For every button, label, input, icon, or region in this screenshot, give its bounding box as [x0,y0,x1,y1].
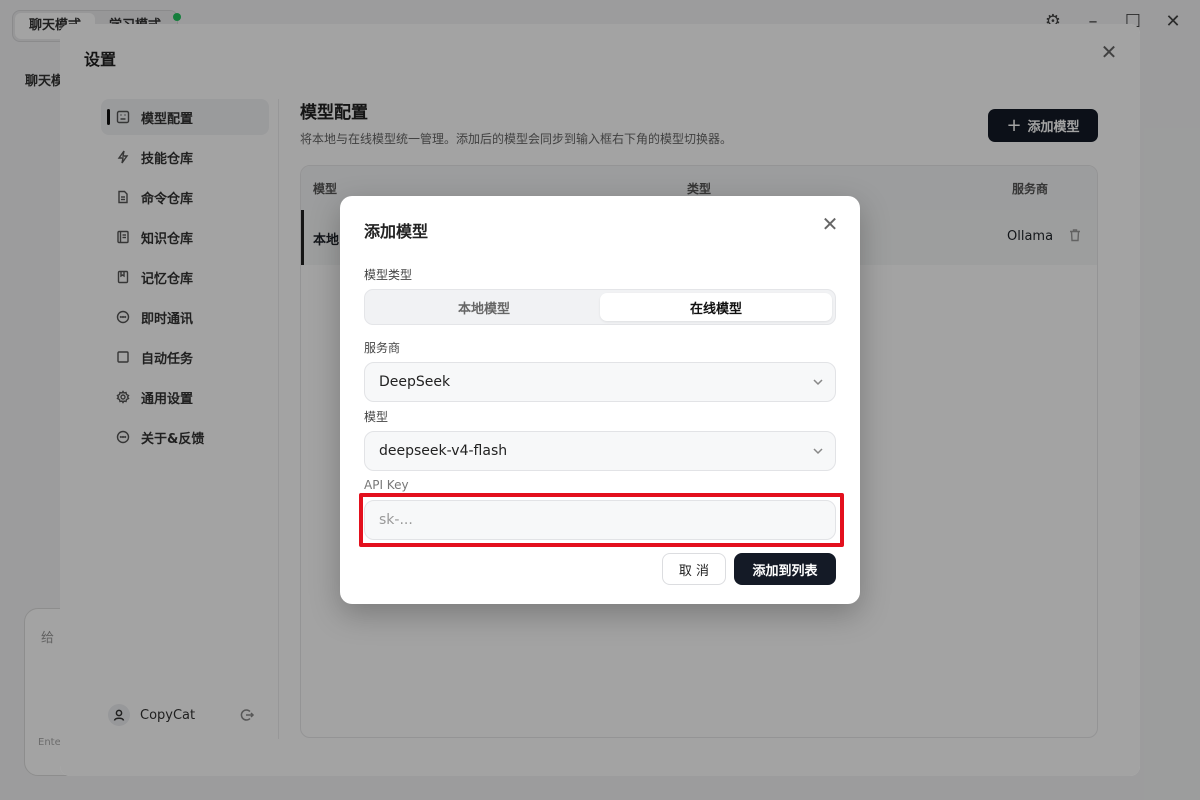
dialog-close-icon[interactable]: ✕ [820,214,840,234]
add-to-list-button[interactable]: 添加到列表 [734,553,836,585]
add-model-dialog: 添加模型 ✕ 模型类型 本地模型 在线模型 服务商 DeepSeek 模型 de… [340,196,860,604]
provider-select[interactable]: DeepSeek [364,362,836,402]
model-value: deepseek-v4-flash [379,443,508,459]
chevron-down-icon [811,375,825,389]
segment-online-model[interactable]: 在线模型 [600,293,832,321]
model-select[interactable]: deepseek-v4-flash [364,431,836,471]
model-type-segmented: 本地模型 在线模型 [364,289,836,325]
chevron-down-icon [811,444,825,458]
provider-value: DeepSeek [379,374,451,390]
cancel-button[interactable]: 取 消 [662,553,726,585]
model-label: 模型 [364,410,389,424]
provider-label: 服务商 [364,341,401,355]
api-key-input[interactable] [364,500,836,540]
model-type-label: 模型类型 [364,268,413,282]
dialog-title: 添加模型 [364,222,429,241]
api-key-label: API Key [364,478,409,492]
segment-local-model[interactable]: 本地模型 [368,293,600,321]
